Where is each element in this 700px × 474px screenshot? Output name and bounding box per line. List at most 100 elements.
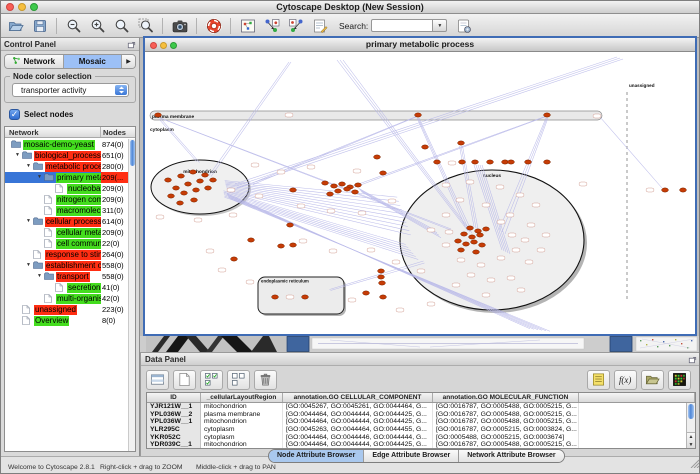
scrollbar-arrows[interactable]: ▲▼ <box>687 432 695 448</box>
network-node[interactable] <box>508 233 516 237</box>
table-row[interactable]: YLR295Ccytoplasm[GO:0045263, GO:0044464,… <box>147 426 695 434</box>
network-node[interactable] <box>469 235 476 239</box>
cell-id[interactable]: YLR295C <box>147 426 201 434</box>
network-node[interactable] <box>483 227 490 231</box>
table-cell[interactable]: [GO:0005488, GO:0005215, GO:0003674] <box>433 434 579 442</box>
table-row[interactable]: YPL036W__1mitochondrion[GO:0044464, GO:0… <box>147 418 695 426</box>
network-node[interactable] <box>155 113 162 117</box>
network-node[interactable] <box>181 191 188 195</box>
network-node[interactable] <box>205 186 212 190</box>
network-overview-icon[interactable] <box>237 16 258 36</box>
network-node[interactable] <box>458 141 465 145</box>
tree-row-primary-metabo[interactable]: ▼primary metabo209(... <box>5 172 128 183</box>
network-node[interactable] <box>331 184 338 188</box>
network-node[interactable] <box>427 228 435 232</box>
network-node[interactable] <box>415 113 422 117</box>
network-node[interactable] <box>329 249 337 253</box>
formula-builder-icon[interactable]: f(x) <box>614 370 637 390</box>
expander-icon[interactable]: ▼ <box>37 273 42 279</box>
network-node[interactable] <box>272 295 279 299</box>
network-node[interactable] <box>512 248 520 252</box>
network-node[interactable] <box>197 179 204 183</box>
network-canvas[interactable]: plasma membranecytoplasmmitochondrionnuc… <box>145 52 695 334</box>
network-node[interactable] <box>177 201 184 205</box>
network-node[interactable] <box>508 160 515 164</box>
table-cell[interactable]: [GO:0044464, GO:0044444, GO:0044425, G..… <box>283 411 433 419</box>
network-node[interactable] <box>290 243 297 247</box>
select-nodes-checkbox[interactable]: ✓ <box>9 109 20 120</box>
table-cell[interactable]: [GO:0016787, GO:0005488, GO:0005215, G..… <box>433 411 579 419</box>
column-header-id[interactable]: ID <box>147 393 201 402</box>
network-window-titlebar[interactable]: primary metabolic process <box>145 38 695 52</box>
scrollbar-thumb[interactable] <box>130 140 135 166</box>
network-node[interactable] <box>482 293 490 297</box>
import-network-icon[interactable] <box>261 16 282 36</box>
tree-row-establishment-of-lo[interactable]: ▼establishment of lo558(0) <box>5 260 128 271</box>
tree-row-transport[interactable]: ▼transport558(0) <box>5 271 128 282</box>
network-node[interactable] <box>229 213 237 217</box>
network-node[interactable] <box>206 249 214 253</box>
tree-row-cellular-process[interactable]: ▼cellular process614(0) <box>5 216 128 227</box>
network-node[interactable] <box>544 113 551 117</box>
network-node[interactable] <box>302 295 309 299</box>
network-node[interactable] <box>497 256 505 260</box>
network-node[interactable] <box>352 190 359 194</box>
network-node[interactable] <box>353 169 361 173</box>
select-attributes-icon[interactable] <box>146 370 169 390</box>
network-node[interactable] <box>467 273 475 277</box>
network-node[interactable] <box>335 189 342 193</box>
network-node[interactable] <box>322 181 329 185</box>
network-node[interactable] <box>231 257 238 261</box>
network-node[interactable] <box>458 248 465 252</box>
tree-row-biological-process[interactable]: ▼biological_process651(0) <box>5 150 128 161</box>
network-node[interactable] <box>532 203 540 207</box>
network-node[interactable] <box>442 183 450 187</box>
expander-icon[interactable]: ▼ <box>26 163 31 169</box>
column-header-annotation-go-molecular-function[interactable]: annotation.GO MOLECULAR_FUNCTION <box>433 393 579 402</box>
scroll-down-icon[interactable]: ▼ <box>687 441 695 449</box>
table-cell[interactable]: [GO:0016787, GO:0005215, GO:0003824, G..… <box>433 426 579 434</box>
network-node[interactable] <box>227 188 235 192</box>
import-table-icon[interactable] <box>641 370 664 390</box>
zoom-out-icon[interactable] <box>63 16 84 36</box>
network-node[interactable] <box>193 188 200 192</box>
network-node[interactable] <box>190 170 197 174</box>
search-input[interactable] <box>371 19 433 32</box>
tree-row-response-to-stimulu[interactable]: response to stimulu264(0) <box>5 249 128 260</box>
network-node[interactable] <box>290 188 297 192</box>
matrix-view-icon[interactable] <box>668 370 691 390</box>
minimize-icon[interactable] <box>160 42 167 49</box>
network-node[interactable] <box>452 283 460 287</box>
network-node[interactable] <box>255 194 263 198</box>
expander-icon[interactable]: ▼ <box>15 152 20 158</box>
network-node[interactable] <box>496 185 504 189</box>
tree-row-multi-organism-pro[interactable]: multi-organism pro42(0) <box>5 293 128 304</box>
tree-column-nodes[interactable]: Nodes <box>103 128 126 137</box>
network-node[interactable] <box>287 223 294 227</box>
network-node[interactable] <box>506 213 514 217</box>
tab-mosaic[interactable]: Mosaic <box>64 55 123 68</box>
cell-id[interactable]: YPL036W__2 <box>147 411 201 419</box>
attribute-editor-icon[interactable] <box>309 16 330 36</box>
network-node[interactable] <box>475 229 482 233</box>
network-node[interactable] <box>339 182 346 186</box>
network-node[interactable] <box>278 244 285 248</box>
cell-id[interactable]: YDR039C__1 <box>147 441 201 449</box>
table-cell[interactable]: cytoplasm <box>201 426 283 434</box>
import-attributes-icon[interactable] <box>285 16 306 36</box>
network-node[interactable] <box>277 170 285 174</box>
network-node[interactable] <box>358 211 366 215</box>
network-node[interactable] <box>477 233 484 237</box>
snapshot-icon[interactable] <box>169 16 190 36</box>
network-node[interactable] <box>165 178 172 182</box>
close-icon[interactable] <box>150 42 157 49</box>
network-node[interactable] <box>297 204 305 208</box>
tree-row-nucleobase-[interactable]: nucleobase-209(0) <box>5 183 128 194</box>
network-node[interactable] <box>471 240 478 244</box>
network-node[interactable] <box>348 298 356 302</box>
network-node[interactable] <box>380 295 387 299</box>
select-all-attributes-icon[interactable] <box>200 370 223 390</box>
network-node[interactable] <box>185 182 192 186</box>
table-cell[interactable]: cytoplasm <box>201 434 283 442</box>
network-node[interactable] <box>202 173 209 177</box>
